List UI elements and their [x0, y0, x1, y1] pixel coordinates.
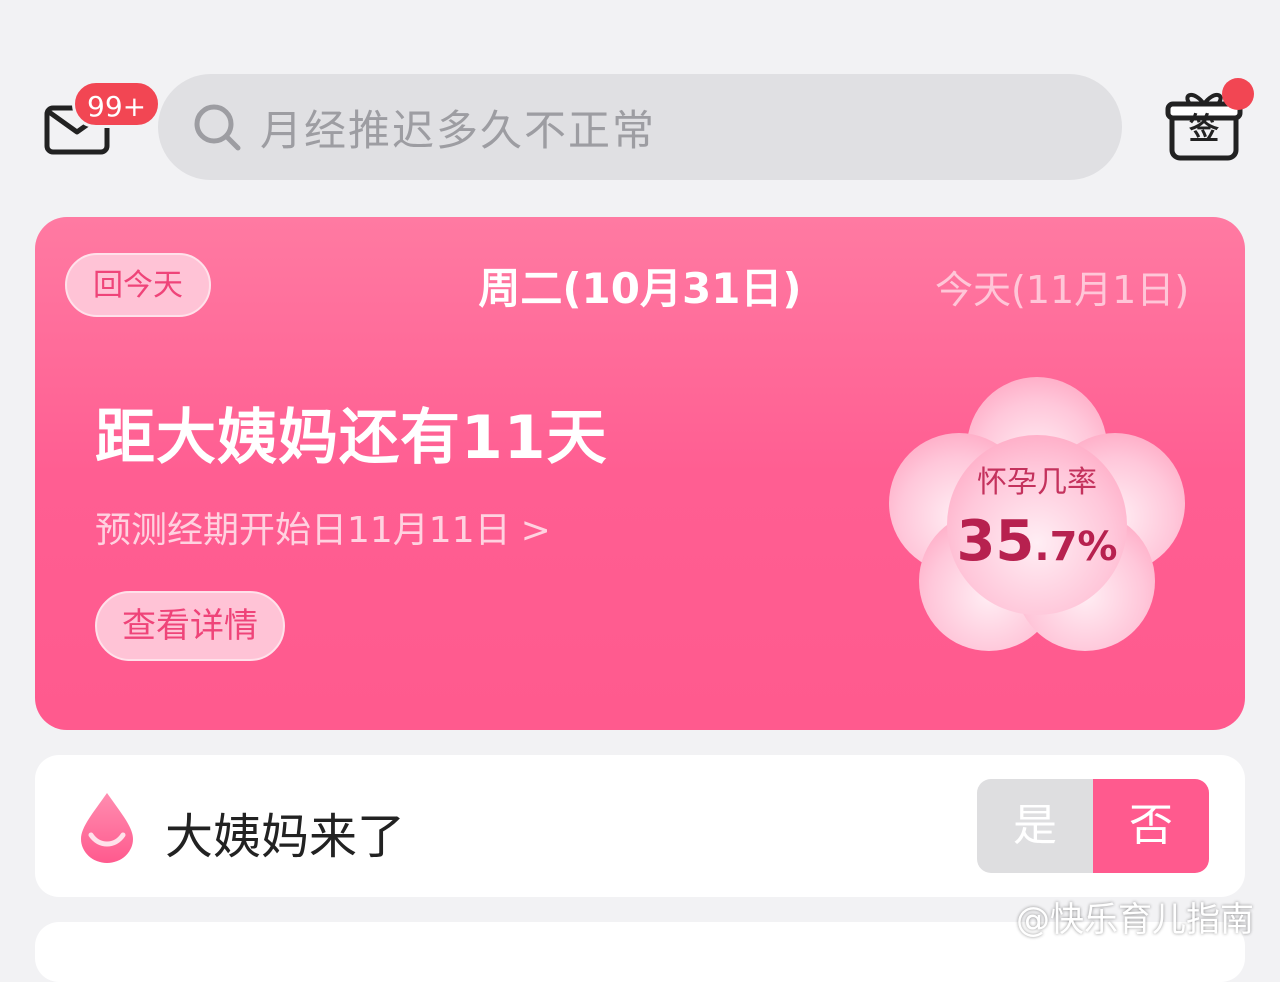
back-to-today-button[interactable]: 回今天	[65, 253, 211, 317]
next-date[interactable]: 今天(11月1日)	[935, 259, 1195, 314]
signin-label: 签	[1189, 112, 1219, 147]
search-placeholder: 月经推迟多久不正常	[260, 105, 657, 155]
watermark: @快乐育儿指南	[1016, 900, 1254, 940]
period-countdown: 距大姨妈还有11天	[95, 403, 608, 473]
toggle-yes-button[interactable]: 是	[977, 779, 1093, 873]
drop-icon	[81, 793, 133, 863]
search-icon	[194, 104, 241, 151]
period-started-row: 大姨妈来了 是 否	[35, 755, 1245, 897]
period-started-label: 大姨妈来了	[165, 809, 406, 865]
pregnancy-int: 35	[956, 509, 1035, 574]
pregnancy-chance-value: 35.7%	[887, 509, 1187, 574]
chevron-right-icon: >	[520, 510, 551, 551]
unread-badge: 99+	[72, 80, 162, 128]
toggle-no-button[interactable]: 否	[1093, 779, 1209, 873]
prediction-text: 预测经期开始日11月11日	[95, 510, 511, 551]
pregnancy-chance-label: 怀孕几率	[977, 465, 1097, 500]
selected-date: 周二(10月31日)	[478, 264, 802, 313]
notification-dot	[1222, 78, 1254, 110]
search-bar[interactable]: 月经推迟多久不正常	[158, 74, 1122, 180]
top-bar: 99+ 月经推迟多久不正常 签	[0, 0, 1280, 200]
view-details-button[interactable]: 查看详情	[95, 591, 285, 661]
period-toggle: 是 否	[977, 779, 1209, 873]
pregnancy-dec: .7%	[1034, 524, 1118, 570]
cycle-card: 回今天 周二(10月31日) 今天(11月1日) 距大姨妈还有11天 预测经期开…	[35, 217, 1245, 730]
prediction-link[interactable]: 预测经期开始日11月11日 >	[95, 501, 551, 553]
